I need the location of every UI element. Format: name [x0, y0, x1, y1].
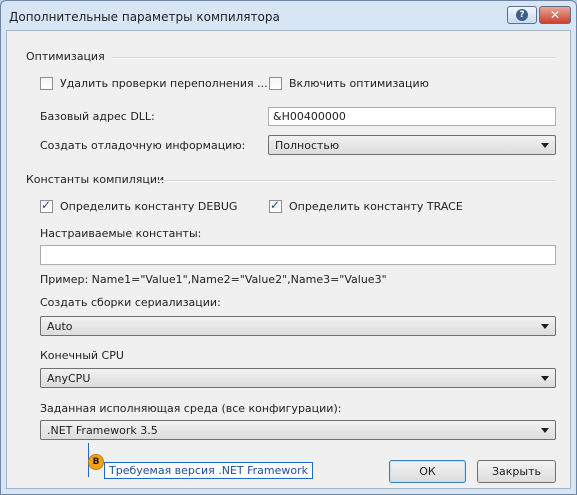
title-bar[interactable]: Дополнительные параметры компилятора ? ✕	[1, 1, 576, 31]
chevron-down-icon	[541, 428, 549, 433]
constants-separator	[158, 180, 556, 182]
define-trace-checkbox[interactable]	[269, 198, 282, 213]
close-window-button[interactable]: ✕	[539, 6, 571, 24]
window-title: Дополнительные параметры компилятора	[9, 10, 280, 24]
target-cpu-value: AnyCPU	[47, 372, 91, 385]
ok-button[interactable]: ОК	[389, 460, 466, 483]
target-framework-label: Заданная исполняющая среда (все конфигур…	[40, 402, 342, 415]
close-icon: ✕	[549, 8, 561, 22]
chevron-down-icon	[541, 143, 549, 148]
debug-info-label: Создать отладочную информацию:	[40, 139, 246, 152]
target-cpu-select[interactable]: AnyCPU	[40, 368, 556, 388]
constants-group-label: Константы компиляции	[26, 173, 165, 186]
define-debug-checkbox[interactable]	[40, 198, 53, 213]
target-framework-select[interactable]: .NET Framework 3.5	[40, 420, 556, 440]
enable-optimizations-checkbox[interactable]	[269, 77, 282, 90]
enable-optimizations-label: Включить оптимизацию	[289, 77, 429, 90]
remove-overflow-checks-label: Удалить проверки переполнения ...	[60, 77, 268, 90]
chevron-down-icon	[541, 324, 549, 329]
callout-label: Требуемая версия .NET Framework	[104, 462, 314, 479]
optimization-group-label: Оптимизация	[26, 50, 105, 63]
optimization-separator	[112, 57, 556, 59]
remove-overflow-checks-checkbox[interactable]	[40, 77, 53, 90]
help-icon: ?	[516, 9, 528, 21]
debug-info-select[interactable]: Полностью	[268, 135, 556, 155]
example-text: Пример: Name1="Value1",Name2="Value2",Na…	[40, 273, 387, 286]
define-debug-label: Определить константу DEBUG	[60, 200, 238, 213]
serialization-value: Auto	[47, 320, 73, 333]
custom-constants-input[interactable]	[40, 245, 556, 265]
debug-info-value: Полностью	[275, 139, 340, 152]
serialization-label: Создать сборки сериализации:	[40, 296, 221, 309]
chevron-down-icon	[541, 376, 549, 381]
define-trace-label: Определить константу TRACE	[289, 200, 463, 213]
dll-base-label: Базовый адрес DLL:	[40, 110, 155, 123]
custom-constants-label: Настраиваемые константы:	[40, 227, 202, 240]
target-cpu-label: Конечный CPU	[40, 349, 124, 362]
dll-base-input[interactable]: &H00400000	[268, 107, 556, 126]
serialization-select[interactable]: Auto	[40, 316, 556, 336]
target-framework-value: .NET Framework 3.5	[47, 424, 158, 437]
help-button[interactable]: ?	[507, 6, 537, 24]
callout-badge: B	[88, 454, 104, 470]
close-button[interactable]: Закрыть	[477, 460, 556, 483]
